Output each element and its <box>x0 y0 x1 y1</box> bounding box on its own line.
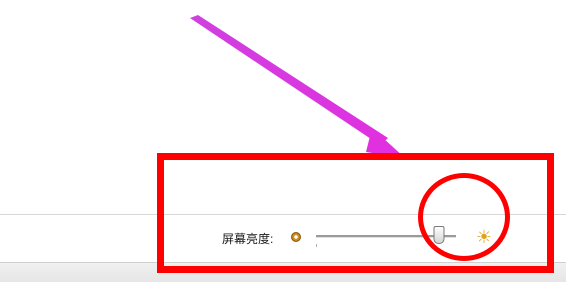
highlight-circle <box>418 173 510 261</box>
arrow-shaft <box>190 15 388 145</box>
